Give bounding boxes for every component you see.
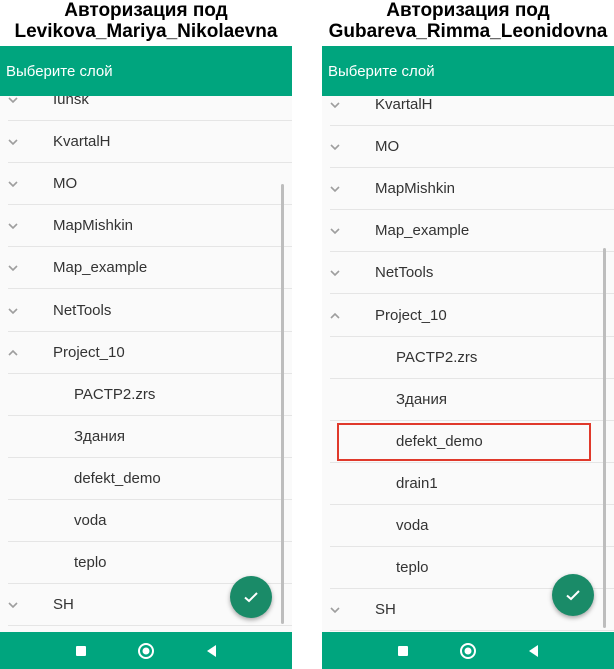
- layer-row[interactable]: drain1: [322, 463, 614, 505]
- layer-label: teplo: [74, 554, 107, 572]
- layer-label: voda: [396, 517, 429, 534]
- layer-label: Здания: [396, 390, 447, 408]
- layer-group-row[interactable]: MapMishkin: [322, 168, 614, 211]
- layer-label: SH: [375, 601, 396, 619]
- layer-group-row[interactable]: Project_10: [0, 332, 292, 374]
- chevron-down-icon[interactable]: [5, 260, 21, 276]
- home-button[interactable]: [137, 642, 155, 660]
- layer-label: Iunsk: [53, 96, 89, 108]
- layer-label: MO: [375, 138, 400, 156]
- layer-label: Map_example: [375, 222, 470, 240]
- back-triangle-icon: [529, 645, 538, 657]
- layer-group-row[interactable]: Project_10: [322, 295, 614, 337]
- left-app-bar: Выберите слой: [0, 46, 292, 96]
- layer-group-row[interactable]: MO: [0, 163, 292, 206]
- layer-label: Project_10: [53, 343, 125, 361]
- chevron-down-icon[interactable]: [5, 597, 21, 613]
- layer-label: NetTools: [375, 264, 434, 282]
- check-icon: [244, 592, 258, 603]
- layer-group-row[interactable]: NetTools: [0, 290, 292, 332]
- layer-group-row[interactable]: MO: [322, 126, 614, 169]
- chevron-down-icon[interactable]: [327, 602, 343, 618]
- layer-label: PACTP2.zrs: [396, 348, 478, 366]
- layer-label: MapMishkin: [375, 180, 456, 198]
- layer-row[interactable]: Здания: [0, 416, 292, 458]
- square-icon: [76, 646, 86, 656]
- chevron-down-icon[interactable]: [5, 303, 21, 319]
- left-caption-line1: Авторизация под: [64, 0, 228, 21]
- highlight-box: [337, 422, 591, 461]
- layer-group-row[interactable]: Map_example: [322, 210, 614, 253]
- check-icon: [566, 590, 580, 601]
- layer-row[interactable]: voda: [322, 505, 614, 547]
- left-system-navbar: [0, 632, 292, 669]
- layer-label: NetTools: [53, 301, 112, 319]
- circle-icon: [460, 643, 476, 659]
- layer-group-row[interactable]: Map_example: [0, 247, 292, 290]
- layer-row[interactable]: PACTP2.zrs: [322, 337, 614, 379]
- layer-group-row[interactable]: MapMishkin: [0, 205, 292, 248]
- layer-group-row[interactable]: NetTools: [322, 252, 614, 295]
- back-triangle-icon: [207, 645, 216, 657]
- chevron-up-icon[interactable]: [5, 345, 21, 361]
- layer-group-row[interactable]: KvartalH: [322, 96, 614, 126]
- layer-row[interactable]: Здания: [322, 379, 614, 421]
- right-layer-list[interactable]: KvartalH MO MapMishkin Map_example NetTools P…: [322, 96, 614, 632]
- left-layer-list[interactable]: Iunsk KvartalH MO MapMishkin Map_example NetT…: [0, 96, 292, 632]
- chevron-down-icon[interactable]: [5, 96, 21, 108]
- layer-label: KvartalH: [53, 133, 111, 151]
- layer-label: MapMishkin: [53, 217, 134, 235]
- layer-row[interactable]: PACTP2.zrs: [0, 374, 292, 416]
- right-system-navbar: [322, 632, 614, 669]
- right-app-bar: Выберите слой: [322, 46, 614, 96]
- layer-label: Project_10: [375, 306, 447, 324]
- layer-label: MO: [53, 175, 78, 193]
- layer-label: defekt_demo: [74, 469, 161, 487]
- chevron-down-icon[interactable]: [327, 97, 343, 113]
- chevron-down-icon[interactable]: [5, 218, 21, 234]
- chevron-down-icon[interactable]: [5, 134, 21, 150]
- layer-label: teplo: [396, 559, 429, 577]
- chevron-down-icon[interactable]: [5, 176, 21, 192]
- left-phone-screen: Выберите слой Iunsk KvartalH MO MapMishkin M…: [0, 46, 292, 669]
- layer-label: PACTP2.zrs: [74, 385, 156, 403]
- left-scrollbar[interactable]: [281, 184, 284, 624]
- recent-apps-button[interactable]: [72, 642, 90, 660]
- right-caption-line1: Авторизация под: [386, 0, 550, 21]
- right-caption-line2: Gubareva_Rimma_Leonidovna: [328, 21, 608, 42]
- chevron-down-icon[interactable]: [327, 223, 343, 239]
- layer-group-row[interactable]: Iunsk: [0, 96, 292, 121]
- chevron-up-icon[interactable]: [327, 308, 343, 324]
- chevron-down-icon[interactable]: [327, 181, 343, 197]
- layer-label: drain1: [396, 474, 438, 492]
- right-app-bar-title: Выберите слой: [328, 63, 435, 80]
- layer-label: voda: [74, 512, 107, 529]
- chevron-down-icon[interactable]: [327, 139, 343, 155]
- circle-icon: [138, 643, 154, 659]
- square-icon: [398, 646, 408, 656]
- layer-row[interactable]: voda: [0, 500, 292, 542]
- left-caption: Авторизация под Levikova_Mariya_Nikolaev…: [0, 0, 292, 46]
- row-divider: [8, 625, 292, 627]
- layer-label: Здания: [74, 427, 125, 445]
- layer-label: Map_example: [53, 259, 148, 277]
- back-button[interactable]: [525, 642, 543, 660]
- home-button[interactable]: [459, 642, 477, 660]
- left-confirm-fab[interactable]: [230, 576, 272, 618]
- left-caption-line2: Levikova_Mariya_Nikolaevna: [14, 21, 278, 42]
- back-button[interactable]: [203, 642, 221, 660]
- layer-row[interactable]: defekt_demo: [0, 458, 292, 500]
- chevron-down-icon[interactable]: [327, 265, 343, 281]
- layer-label: KvartalH: [375, 96, 433, 113]
- layer-group-row[interactable]: KvartalH: [0, 121, 292, 164]
- right-scrollbar[interactable]: [603, 248, 606, 628]
- layer-label: SH: [53, 596, 74, 614]
- right-phone-screen: Выберите слой KvartalH MO MapMishkin Map_ex…: [322, 46, 614, 669]
- left-app-bar-title: Выберите слой: [6, 63, 113, 80]
- right-caption: Авторизация под Gubareva_Rimma_Leonidovn…: [322, 0, 614, 46]
- right-confirm-fab[interactable]: [552, 574, 594, 616]
- recent-apps-button[interactable]: [394, 642, 412, 660]
